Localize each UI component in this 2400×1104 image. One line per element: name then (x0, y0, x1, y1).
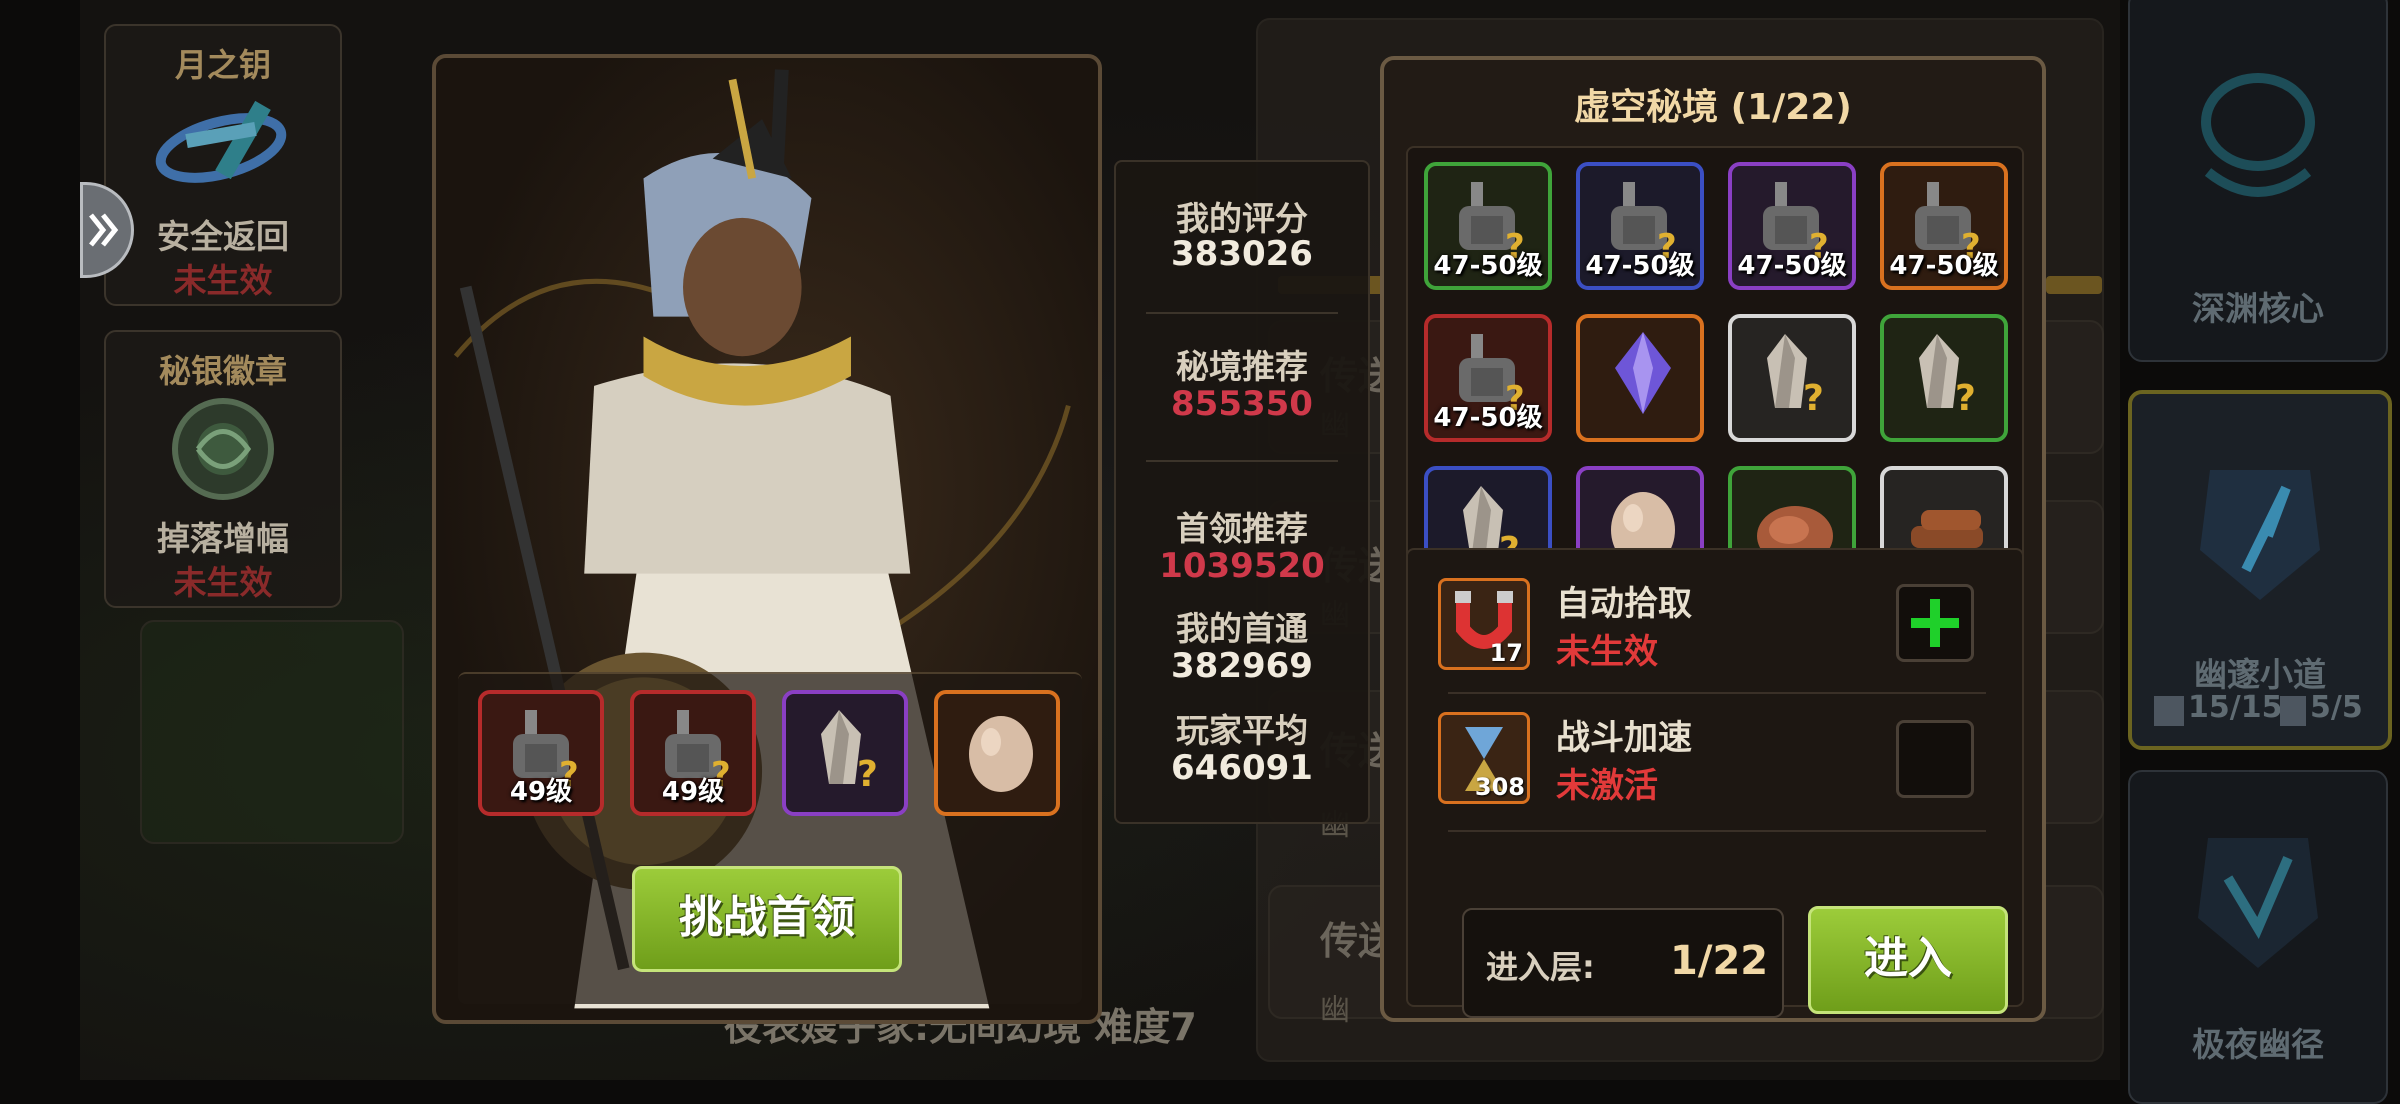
slot-label: 47-50级 (1889, 251, 1999, 281)
options-area: 17 自动拾取 未生效 308 战斗加速 未激活 进入层: 1/22 进入 (1406, 548, 2024, 1018)
battle-speed-title: 战斗加速 (1556, 718, 1692, 758)
battle-speed-checkbox[interactable] (1896, 720, 1974, 798)
stat-icon (2280, 696, 2306, 726)
card-stat: 5/5 (2310, 690, 2363, 725)
card-name: 掉落增幅 (157, 519, 289, 558)
boss-recommend-value: 1039520 (1159, 546, 1325, 586)
slot-label: 49级 (509, 777, 573, 807)
bg-row-sub: 幽 (1320, 993, 1350, 1028)
hourglass-icon: 308 (1438, 712, 1530, 804)
card-status: 未生效 (173, 261, 273, 300)
challenge-boss-button[interactable]: 挑战首领 (632, 866, 902, 972)
my-first-clear-label: 我的首通 (1176, 609, 1308, 648)
card-title: 月之钥 (174, 46, 271, 84)
card-name: 极夜幽径 (2192, 1025, 2324, 1064)
reward-slot[interactable]: ? 47-50级 (1576, 162, 1704, 290)
reward-slot[interactable]: ? (1728, 314, 1856, 442)
player-average-value: 646091 (1171, 748, 1313, 788)
svg-text:?: ? (1803, 378, 1824, 418)
card-stat: 15/15 (2188, 690, 2283, 725)
card-name: 安全返回 (157, 217, 289, 256)
mithril-badge-card[interactable]: 秘银徽章 掉落增幅 未生效 (104, 330, 342, 608)
svg-text:?: ? (857, 754, 878, 794)
reward-slot[interactable]: ? 47-50级 (1728, 162, 1856, 290)
card-title: 秘银徽章 (158, 352, 287, 390)
player-average-label: 玩家平均 (1176, 711, 1308, 750)
recommend-label: 秘境推荐 (1176, 347, 1308, 386)
boss-portrait-panel: ? 49级? 49级? 挑战首领 (432, 54, 1102, 1024)
floor-value: 1/22 (1670, 938, 1769, 984)
my-first-clear-value: 382969 (1171, 646, 1313, 686)
card-name: 幽邃小道 (2194, 655, 2326, 694)
stats-panel: 我的评分 383026 秘境推荐 855350 首领推荐 1039520 我的首… (1114, 160, 1370, 824)
reward-slot[interactable] (934, 690, 1060, 816)
shadow-path-icon (2200, 470, 2320, 600)
battle-speed-count: 308 (1474, 773, 1525, 801)
slot-label: 47-50级 (1433, 403, 1543, 433)
moon-key-icon (155, 100, 287, 183)
divider (1146, 312, 1338, 314)
abyss-core-card[interactable]: 深渊核心 (2128, 0, 2388, 362)
floor-selector[interactable]: 进入层: 1/22 (1462, 908, 1784, 1018)
reward-slot[interactable]: ? 47-50级 (1880, 162, 2008, 290)
reward-grid[interactable]: ?47-50级?47-50级?47-50级?47-50级?47-50级??? (1406, 146, 2024, 590)
abyss-core-icon (2201, 73, 2315, 197)
plus-icon (1911, 599, 1959, 647)
shadow-path-card[interactable]: 幽邃小道 15/15 5/5 (2128, 390, 2392, 750)
void-realm-panel: 虚空秘境 (1/22) ? 47-50级? 47-50级? 47-50级? 47-50级… (1380, 56, 2046, 1022)
double-chevron-right-icon (89, 213, 119, 247)
reward-slot[interactable]: ? 49级 (478, 690, 604, 816)
slot-label: 49级 (661, 777, 725, 807)
stat-icon (2154, 696, 2184, 726)
auto-pick-add-button[interactable] (1896, 584, 1974, 662)
mithril-badge-icon (172, 398, 274, 500)
moon-key-card[interactable]: 月之钥 安全返回 未生效 (104, 24, 342, 306)
polar-night-icon (2198, 838, 2318, 968)
recommend-value: 855350 (1171, 384, 1313, 424)
slot-label: 47-50级 (1433, 251, 1543, 281)
slot-label: 47-50级 (1737, 251, 1847, 281)
auto-pick-count: 17 (1489, 639, 1523, 667)
panel-title: 虚空秘境 (1/22) (1574, 87, 1852, 128)
expand-toggle-button[interactable] (80, 182, 134, 278)
polar-night-path-card[interactable]: 极夜幽径 (2128, 770, 2388, 1104)
auto-pick-state: 未生效 (1556, 632, 1658, 672)
bg-map-tile (140, 620, 404, 844)
boss-recommend-label: 首领推荐 (1176, 509, 1308, 548)
card-status: 未生效 (173, 563, 273, 602)
bg-progress-right (2046, 276, 2102, 294)
reward-slot[interactable]: ? 47-50级 (1424, 162, 1552, 290)
magnet-icon: 17 (1438, 578, 1530, 670)
slot-label: 47-50级 (1585, 251, 1695, 281)
my-score-value: 383026 (1171, 234, 1313, 274)
divider (1448, 830, 1986, 832)
reward-slot[interactable]: ? (782, 690, 908, 816)
enter-button[interactable]: 进入 (1808, 906, 2008, 1014)
my-score-label: 我的评分 (1176, 199, 1308, 238)
reward-slot[interactable]: ? 49级 (630, 690, 756, 816)
divider (1146, 460, 1338, 462)
battle-speed-state: 未激活 (1556, 766, 1658, 806)
reward-slot[interactable]: ? 47-50级 (1424, 314, 1552, 442)
reward-slot[interactable] (1576, 314, 1704, 442)
svg-text:?: ? (1955, 378, 1976, 418)
divider (1448, 692, 1986, 694)
floor-label: 进入层: (1486, 948, 1595, 986)
auto-pick-title: 自动拾取 (1556, 584, 1692, 624)
reward-slot[interactable]: ? (1880, 314, 2008, 442)
card-name: 深渊核心 (2192, 289, 2324, 328)
